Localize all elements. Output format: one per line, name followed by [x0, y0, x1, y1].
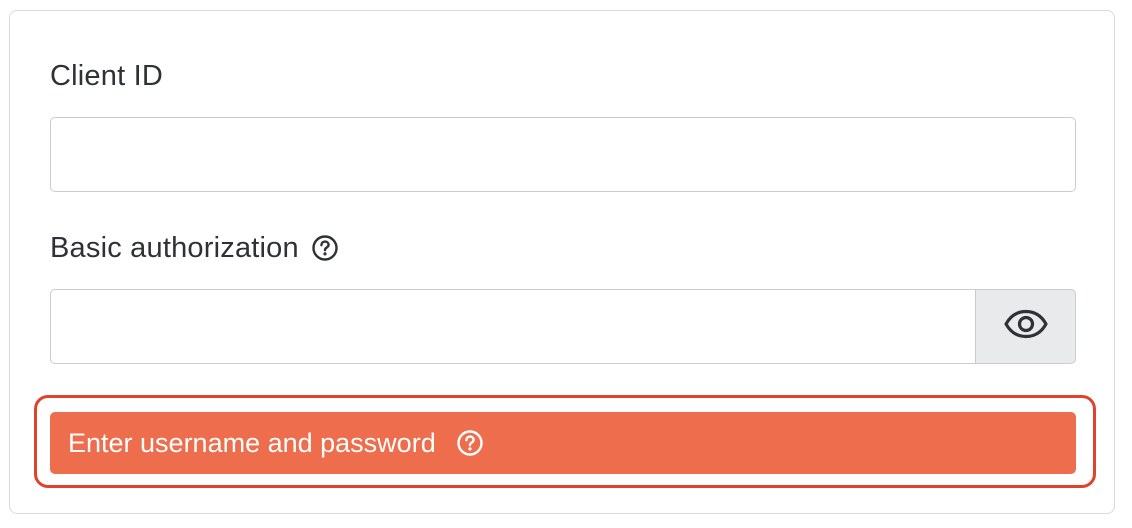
basic-authorization-label: Basic authorization	[50, 232, 299, 264]
basic-authorization-input[interactable]	[50, 289, 976, 364]
basic-authorization-label-row: Basic authorization	[50, 231, 339, 265]
show-password-button[interactable]	[976, 289, 1076, 364]
error-message: Enter username and password	[68, 427, 436, 458]
error-alert: Enter username and password	[50, 412, 1076, 474]
basic-authorization-input-group	[50, 289, 1076, 364]
client-id-label: Client ID	[50, 60, 163, 92]
question-circle-icon[interactable]	[311, 234, 339, 262]
client-id-input[interactable]	[50, 117, 1076, 192]
question-circle-icon[interactable]	[456, 429, 484, 457]
eye-icon	[1003, 309, 1049, 344]
